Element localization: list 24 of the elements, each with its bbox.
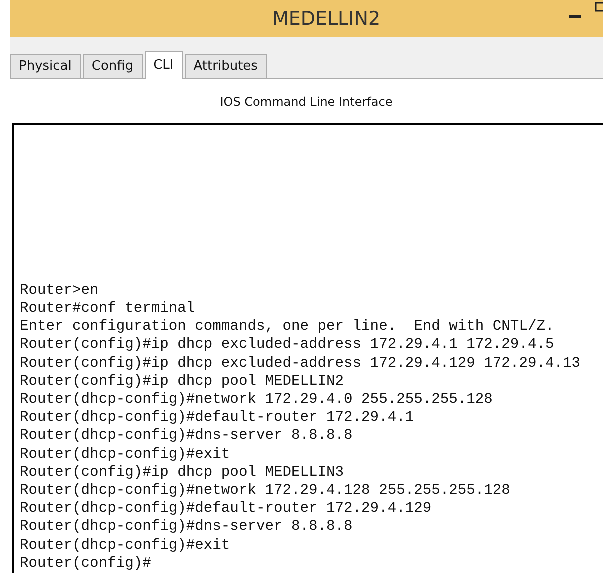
terminal-line: Router(dhcp-config)#dns-server 8.8.8.8 (20, 427, 353, 446)
terminal-line: Enter configuration commands, one per line. End with CNTL/Z. (20, 318, 554, 336)
terminal-line: Router(config)#ip dhcp excluded-address 172.29.4.129 172.29.4.13 (20, 354, 580, 373)
terminal-line: Router(dhcp-config)#dns-server 8.8.8.8 (20, 518, 353, 537)
tab[interactable]: CLI (144, 51, 183, 79)
tab[interactable]: Config (82, 54, 143, 78)
terminal-line: Router(dhcp-config)#exit (20, 536, 230, 555)
terminal-line: Router(dhcp-config)#default-router 172.29.4.129 (20, 500, 432, 518)
panel-title: IOS Command Line Interface (219, 94, 394, 111)
terminal-line: Router(config)#ip dhcp pool MEDELLIN2 (20, 372, 344, 391)
terminal-line: Router#conf terminal (20, 300, 196, 318)
terminal-line: Router(dhcp-config)#exit (20, 446, 230, 464)
window-title: MEDELLIN2 (272, 8, 381, 30)
terminal-line: Router(config)# (20, 554, 152, 573)
tab[interactable]: Attributes (184, 54, 267, 78)
tab[interactable]: Physical (10, 54, 81, 78)
terminal-line: Router>en (20, 282, 99, 300)
terminal-line: Router(dhcp-config)#network 172.29.4.0 255.255.255.128 (20, 390, 493, 410)
terminal-line: Router(dhcp-config)#default-router 172.29.4.1 (20, 409, 414, 428)
terminal-line: Router(dhcp-config)#network 172.29.4.128 255.255.255.128 (20, 482, 510, 500)
terminal-line: Router(config)#ip dhcp pool MEDELLIN3 (20, 464, 344, 482)
terminal-line: Router(config)#ip dhcp excluded-address 172.29.4.1 172.29.4.5 (20, 336, 554, 355)
maximize-icon[interactable] (595, 2, 603, 12)
minimize-icon[interactable] (569, 15, 581, 19)
